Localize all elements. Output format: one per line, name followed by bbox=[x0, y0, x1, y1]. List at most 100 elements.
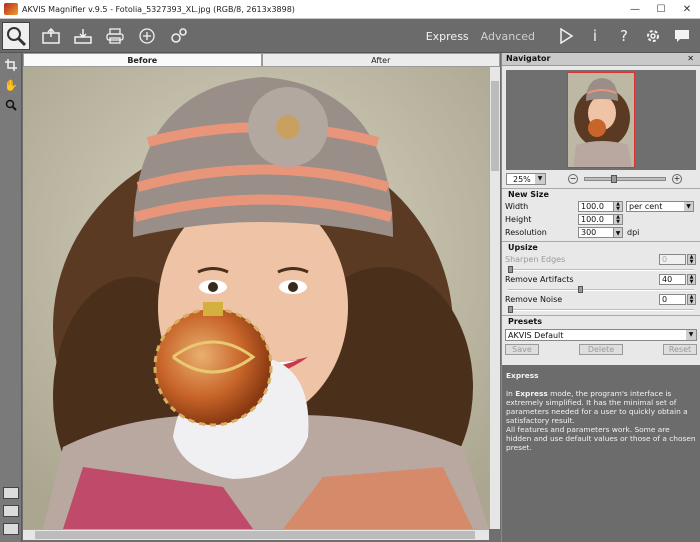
zoom-row: 25% ▼ − + bbox=[502, 170, 700, 188]
new-size-title: New Size bbox=[508, 190, 549, 199]
help-paragraph-2: All features and parameters work. Some a… bbox=[506, 425, 696, 452]
crop-tool-icon[interactable] bbox=[3, 57, 19, 73]
upsize-title: Upsize bbox=[508, 243, 538, 252]
title-bar: AKVIS Magnifier v.9.5 - Fotolia_5327393_… bbox=[0, 0, 700, 19]
units-value: per cent bbox=[629, 202, 663, 211]
navigator-thumbnail[interactable] bbox=[567, 72, 635, 168]
artifacts-row: Remove Artifacts 40 ▲ ▼ bbox=[502, 273, 700, 286]
sharpen-edges-spinner[interactable]: ▲ ▼ bbox=[687, 254, 696, 265]
zoom-slider-knob[interactable] bbox=[611, 175, 617, 183]
presets-title: Presets bbox=[508, 317, 543, 326]
width-label: Width bbox=[505, 202, 529, 211]
zoom-select[interactable]: 25% ▼ bbox=[506, 173, 546, 185]
units-select[interactable]: per cent ▼ bbox=[626, 201, 694, 212]
info-icon[interactable]: i bbox=[585, 26, 605, 46]
zoom-slider[interactable] bbox=[584, 175, 666, 183]
single-view-icon[interactable] bbox=[3, 487, 19, 499]
remove-artifacts-slider[interactable] bbox=[508, 286, 694, 293]
comment-icon[interactable] bbox=[672, 26, 692, 46]
share-icon[interactable] bbox=[136, 25, 158, 47]
height-input[interactable]: 100.0 bbox=[578, 214, 614, 225]
presets-section: Presets AKVIS Default ▼ Save Delete Rese… bbox=[502, 315, 700, 355]
tab-before[interactable]: Before bbox=[23, 53, 262, 67]
horizontal-scrollbar[interactable] bbox=[23, 529, 489, 540]
help-p1-prefix: In bbox=[506, 389, 516, 398]
zoom-tool-icon[interactable] bbox=[3, 97, 19, 113]
vertical-scrollbar[interactable] bbox=[489, 67, 500, 529]
sharpen-edges-input[interactable]: 0 bbox=[659, 254, 686, 265]
remove-artifacts-knob[interactable] bbox=[578, 286, 583, 293]
akvis-logo-icon bbox=[2, 21, 30, 50]
remove-noise-slider[interactable] bbox=[508, 306, 694, 313]
resolution-dropdown[interactable]: ▼ bbox=[614, 227, 623, 238]
hand-tool-icon[interactable]: ✋ bbox=[3, 77, 19, 93]
run-icon[interactable] bbox=[556, 26, 576, 46]
preset-select[interactable]: AKVIS Default ▼ bbox=[505, 329, 697, 341]
help-paragraph-1: In Express mode, the program's interface… bbox=[506, 389, 696, 425]
sharpen-edges-slider[interactable] bbox=[508, 266, 694, 273]
remove-noise-label: Remove Noise bbox=[505, 295, 563, 304]
preset-dropdown-icon[interactable]: ▼ bbox=[686, 330, 696, 340]
navigator-title: Navigator bbox=[506, 54, 551, 63]
remove-noise-spinner[interactable]: ▲ ▼ bbox=[687, 294, 696, 305]
tab-after[interactable]: After bbox=[261, 53, 500, 67]
width-spinner[interactable]: ▲ ▼ bbox=[614, 201, 623, 212]
app-logo-icon bbox=[4, 3, 18, 15]
mode-advanced-tab[interactable]: Advanced bbox=[481, 30, 535, 43]
help-title: Express bbox=[506, 371, 539, 380]
sharpen-edges-knob[interactable] bbox=[508, 266, 513, 273]
minimize-button[interactable]: — bbox=[622, 0, 648, 19]
maximize-button[interactable]: ☐ bbox=[648, 0, 674, 19]
settings-panel: Navigator ✕ 25% ▼ − + New Size Width 100… bbox=[501, 53, 700, 542]
navigator-view[interactable] bbox=[506, 70, 696, 170]
new-size-section: New Size Width 100.0 ▲ ▼ per cent ▼ Heigh… bbox=[502, 188, 700, 239]
units-dropdown-icon[interactable]: ▼ bbox=[684, 202, 693, 211]
noise-row: Remove Noise 0 ▲ ▼ bbox=[502, 293, 700, 306]
sharpen-edges-label: Sharpen Edges bbox=[505, 255, 566, 264]
preferences-icon[interactable] bbox=[168, 25, 190, 47]
image-canvas[interactable] bbox=[23, 67, 489, 529]
save-icon[interactable] bbox=[72, 25, 94, 47]
delete-preset-button[interactable]: Delete bbox=[579, 344, 623, 355]
navigator-header: Navigator ✕ bbox=[502, 53, 700, 66]
view-tabs: Before After bbox=[23, 53, 500, 67]
navigator-close-icon[interactable]: ✕ bbox=[687, 53, 694, 65]
zoom-dropdown-icon[interactable]: ▼ bbox=[535, 174, 545, 184]
vertical-scroll-thumb[interactable] bbox=[491, 81, 499, 171]
zoom-value: 25% bbox=[513, 175, 531, 184]
background-color-icon[interactable] bbox=[3, 523, 19, 535]
width-input[interactable]: 100.0 bbox=[578, 201, 614, 212]
print-icon[interactable] bbox=[104, 25, 126, 47]
height-row: Height 100.0 ▲ ▼ bbox=[502, 213, 700, 226]
reset-preset-button[interactable]: Reset bbox=[663, 344, 697, 355]
remove-artifacts-input[interactable]: 40 bbox=[659, 274, 686, 285]
remove-noise-input[interactable]: 0 bbox=[659, 294, 686, 305]
resolution-label: Resolution bbox=[505, 228, 547, 237]
sharpen-row: Sharpen Edges 0 ▲ ▼ bbox=[502, 253, 700, 266]
zoom-out-button[interactable]: − bbox=[568, 174, 578, 184]
mode-express-tab[interactable]: Express bbox=[426, 30, 469, 43]
photo-preview bbox=[23, 67, 489, 529]
remove-artifacts-spinner[interactable]: ▲ ▼ bbox=[687, 274, 696, 285]
height-spinner[interactable]: ▲ ▼ bbox=[614, 214, 623, 225]
help-p1-bold: Express bbox=[515, 389, 548, 398]
split-view-icon[interactable] bbox=[3, 505, 19, 517]
upsize-section: Upsize Sharpen Edges 0 ▲ ▼ Remove Artifac… bbox=[502, 241, 700, 313]
settings-icon[interactable] bbox=[643, 26, 663, 46]
open-icon[interactable] bbox=[40, 25, 62, 47]
preset-value: AKVIS Default bbox=[508, 331, 564, 340]
remove-artifacts-label: Remove Artifacts bbox=[505, 275, 574, 284]
horizontal-scroll-thumb[interactable] bbox=[35, 531, 475, 539]
width-row: Width 100.0 ▲ ▼ per cent ▼ bbox=[502, 200, 700, 213]
resolution-input[interactable]: 300 bbox=[578, 227, 614, 238]
help-icon[interactable]: ? bbox=[614, 26, 634, 46]
main-toolbar: Express Advanced i ? bbox=[0, 19, 700, 53]
zoom-in-button[interactable]: + bbox=[672, 174, 682, 184]
close-window-button[interactable]: ✕ bbox=[674, 0, 700, 19]
toolbar-right: Express Advanced i ? bbox=[426, 19, 692, 53]
remove-noise-knob[interactable] bbox=[508, 306, 513, 313]
window-controls: — ☐ ✕ bbox=[622, 0, 700, 19]
resolution-unit: dpi bbox=[627, 228, 640, 237]
save-preset-button[interactable]: Save bbox=[505, 344, 539, 355]
window-title: AKVIS Magnifier v.9.5 - Fotolia_5327393_… bbox=[22, 4, 295, 14]
